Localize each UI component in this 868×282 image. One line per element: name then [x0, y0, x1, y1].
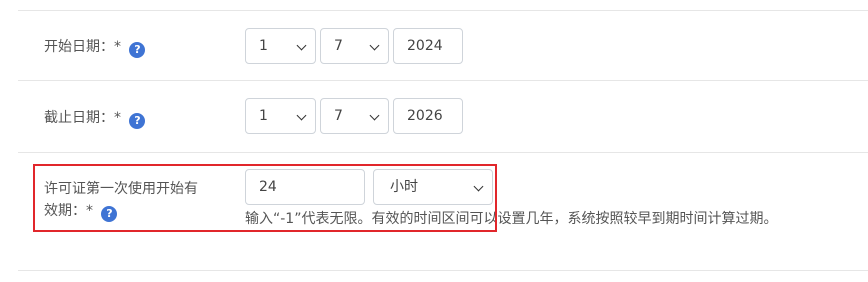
end-year-input[interactable]: 2026 [393, 98, 463, 134]
required-mark: * [114, 39, 121, 55]
help-icon[interactable]: ? [129, 42, 146, 58]
row-divider [18, 80, 868, 81]
end-date-label: 截止日期：* ? [44, 107, 146, 129]
highlight-box [33, 164, 497, 232]
start-date-label: 开始日期：* ? [44, 36, 146, 58]
row-divider [18, 152, 868, 153]
start-year-input[interactable]: 2024 [393, 28, 463, 64]
required-mark: * [114, 110, 121, 126]
row-divider-bottom [18, 270, 868, 271]
help-icon[interactable]: ? [129, 113, 146, 129]
start-month-select[interactable]: 7 [320, 28, 389, 64]
row-divider-top [18, 10, 868, 11]
start-day-select[interactable]: 1 [245, 28, 316, 64]
end-month-select[interactable]: 7 [320, 98, 389, 134]
end-day-select[interactable]: 1 [245, 98, 316, 134]
